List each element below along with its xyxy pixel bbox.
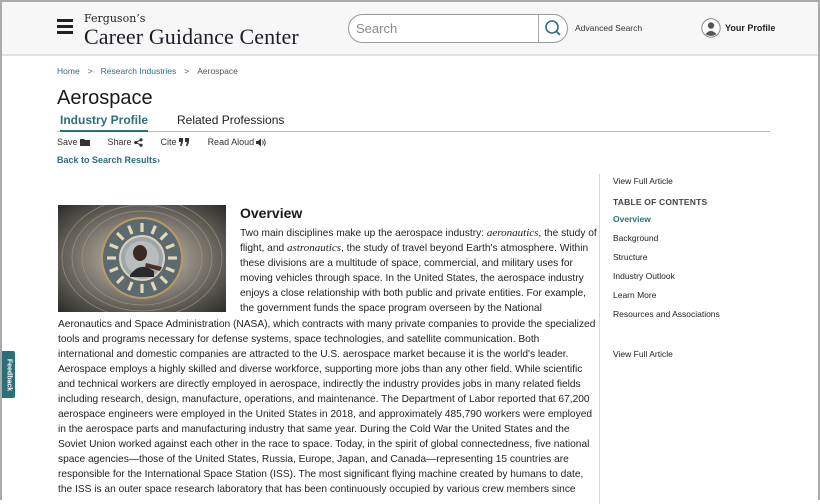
view-full-article-link-bottom[interactable]: View Full Article — [613, 349, 673, 359]
tab-related-professions[interactable]: Related Professions — [177, 113, 284, 130]
save-label: Save — [57, 137, 78, 147]
article-text-line: aerospace engineers were employed in the… — [58, 409, 593, 420]
cite-label: Cite — [160, 137, 177, 147]
breadcrumb: Home > Research Industries > Aerospace — [57, 66, 238, 76]
site-header: Ferguson’s Career Guidance Center Advanc… — [2, 2, 818, 56]
back-to-search-results-link[interactable]: Back to Search Results› — [57, 155, 160, 165]
breadcrumb-home[interactable]: Home — [57, 66, 80, 76]
feedback-tab[interactable]: Feedback — [2, 351, 15, 398]
cite-button[interactable]: Cite — [161, 137, 190, 147]
toc-item-background[interactable]: Background — [613, 233, 658, 243]
article-image — [58, 205, 226, 312]
search-button[interactable] — [538, 15, 567, 42]
user-avatar-icon — [701, 18, 721, 38]
share-icon — [133, 137, 143, 147]
feedback-label: Feedback — [5, 358, 12, 391]
article-text-line: the ISS is an outer space research labor… — [58, 484, 576, 495]
breadcrumb-separator: > — [184, 66, 190, 76]
toc-item-industry-outlook[interactable]: Industry Outlook — [613, 271, 675, 281]
article-text-line: flight, and astronautics, the study of t… — [240, 241, 588, 256]
article-text-line: international and domestic companies are… — [58, 349, 569, 360]
article-text-line: enjoys a close relationship with both pu… — [240, 288, 586, 299]
advanced-search-link[interactable]: Advanced Search — [575, 23, 642, 33]
article-text-line: in the aerospace parts and manufacturing… — [58, 424, 570, 435]
read-aloud-button[interactable]: Read Aloud — [208, 137, 268, 147]
text-segment: flight, and — [240, 243, 288, 254]
article-text-line: Soviet Union worked against each other i… — [58, 439, 590, 450]
article-actions: Save Share Cite Read Aloud — [57, 137, 285, 147]
profile-button[interactable]: Your Profile — [701, 17, 775, 39]
text-segment: , the study of — [538, 228, 597, 239]
toc-heading: TABLE OF CONTENTS — [613, 197, 708, 207]
section-heading-overview: Overview — [240, 205, 303, 221]
article-text-line: moving vehicles through space. In the Un… — [240, 273, 584, 284]
menu-icon[interactable] — [57, 19, 73, 34]
profile-label: Your Profile — [725, 23, 776, 33]
tab-bar: Industry Profile Related Professions — [57, 113, 770, 132]
share-label: Share — [107, 137, 132, 147]
article-text-line: including research, design, manufacture,… — [58, 394, 590, 405]
article-text-line: Aerospace employs a highly skilled and d… — [58, 364, 583, 375]
toc-item-overview[interactable]: Overview — [613, 214, 651, 224]
search-icon — [545, 20, 561, 36]
toc-item-resources-and-associations[interactable]: Resources and Associations — [613, 309, 720, 319]
view-full-article-link-top[interactable]: View Full Article — [613, 176, 673, 186]
breadcrumb-research-industries[interactable]: Research Industries — [101, 66, 177, 76]
article-text-line: and technical workers are directly emplo… — [58, 379, 581, 390]
brand-title[interactable]: Career Guidance Center — [84, 24, 299, 50]
page-title: Aerospace — [57, 87, 153, 109]
article-sidebar: View Full Article TABLE OF CONTENTS Over… — [599, 174, 800, 504]
article-text-line: Two main disciplines make up the aerospa… — [240, 226, 597, 241]
breadcrumb-separator: > — [87, 66, 93, 76]
share-button[interactable]: Share — [108, 137, 143, 147]
toc-item-learn-more[interactable]: Learn More — [613, 290, 656, 300]
read-aloud-label: Read Aloud — [207, 137, 255, 147]
emphasized-term: aeronautics — [486, 227, 539, 239]
article-text-line: the government funds the space program o… — [240, 303, 542, 314]
article-text-line: these divisions are a multitude of space… — [240, 258, 573, 269]
save-button[interactable]: Save — [57, 137, 90, 147]
emphasized-term: astronautics — [287, 242, 342, 254]
tab-industry-profile[interactable]: Industry Profile — [60, 113, 149, 132]
text-segment: Two main disciplines make up the aerospa… — [240, 228, 487, 239]
folder-icon — [79, 139, 90, 146]
toc-item-structure[interactable]: Structure — [613, 252, 648, 262]
search-box — [348, 14, 568, 43]
article-text-line: Aeronautics and Space Administration (NA… — [58, 319, 596, 330]
speaker-icon — [256, 138, 266, 146]
jet-engine-illustration — [58, 205, 226, 312]
article-text-line: responsible for the International Space … — [58, 469, 584, 480]
article-text-line: tools and programs necessary for defense… — [58, 334, 540, 345]
article-text-line: space agencies—those of the United State… — [58, 454, 569, 465]
breadcrumb-current: Aerospace — [197, 66, 238, 76]
search-input[interactable] — [349, 15, 542, 42]
quote-icon — [178, 138, 189, 146]
text-segment: , the study of travel beyond Earth's atm… — [341, 243, 589, 254]
